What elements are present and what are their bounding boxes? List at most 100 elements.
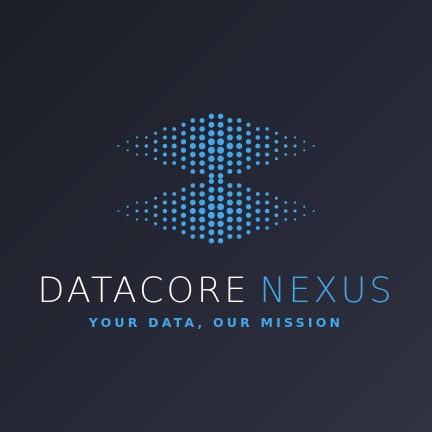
logo-dot bbox=[181, 165, 186, 170]
logo-dot bbox=[246, 130, 251, 136]
logo-dot bbox=[217, 211, 225, 219]
logo-dot bbox=[217, 113, 224, 119]
logo-dot bbox=[126, 205, 129, 208]
logo-dot bbox=[153, 139, 158, 144]
logo-dot bbox=[207, 146, 215, 154]
logo-dot bbox=[199, 126, 205, 132]
logo-dot bbox=[199, 225, 205, 231]
logo-dot bbox=[227, 191, 233, 197]
logo-dot bbox=[126, 214, 129, 217]
logo-dot bbox=[189, 199, 196, 206]
logo-dot bbox=[255, 135, 261, 140]
logo-dot bbox=[189, 151, 196, 158]
logo-dot bbox=[227, 234, 233, 239]
logo-dot bbox=[135, 136, 139, 139]
logo-dot bbox=[274, 222, 278, 226]
logo-dot bbox=[274, 139, 279, 144]
brand-name-primary: DATACORE bbox=[37, 271, 250, 311]
logo-dot bbox=[126, 140, 129, 143]
logo-dot bbox=[181, 187, 186, 192]
logo-dot bbox=[255, 143, 261, 149]
logo-dot bbox=[198, 142, 206, 150]
logo-dot bbox=[227, 126, 233, 132]
logo-dot bbox=[208, 195, 215, 202]
logo-dot bbox=[171, 143, 177, 149]
logo-dot bbox=[189, 134, 196, 141]
logo-dot bbox=[265, 226, 269, 230]
logo-dot bbox=[226, 151, 233, 158]
logo-dot bbox=[217, 138, 225, 146]
logo-dot bbox=[126, 149, 129, 152]
logo-dot bbox=[227, 169, 233, 174]
logo-dot bbox=[255, 217, 261, 222]
logo-dot bbox=[274, 157, 278, 161]
logo-dot bbox=[199, 199, 206, 206]
logo-dot bbox=[208, 220, 215, 227]
logo-dot bbox=[199, 169, 205, 174]
logo-dot bbox=[293, 136, 297, 139]
logo-dot bbox=[153, 204, 158, 209]
logo-dot bbox=[255, 226, 260, 230]
logo-dot bbox=[236, 207, 243, 215]
logo-dot bbox=[217, 164, 224, 171]
logo-dot bbox=[217, 238, 224, 244]
logo-dot bbox=[217, 229, 224, 236]
logo-dot bbox=[199, 183, 205, 188]
logo-dot bbox=[162, 143, 168, 149]
logo-dot bbox=[207, 203, 215, 211]
logo-dot bbox=[162, 208, 168, 214]
logo-dot bbox=[208, 186, 215, 193]
logo-dot bbox=[190, 183, 196, 188]
logo-dot bbox=[236, 169, 242, 174]
logo-dot bbox=[162, 217, 167, 222]
logo-dot bbox=[236, 126, 242, 132]
logo-dot bbox=[236, 225, 242, 231]
logo-dot bbox=[217, 195, 224, 202]
logo-dot bbox=[246, 122, 251, 127]
logo-dot bbox=[236, 151, 243, 158]
logo-dot bbox=[236, 183, 242, 188]
logo-dot bbox=[190, 234, 196, 239]
logo-dot bbox=[208, 113, 215, 119]
logo-dot bbox=[208, 155, 215, 162]
logo-dot bbox=[180, 147, 187, 153]
logo-dot bbox=[246, 195, 251, 201]
logo-dot bbox=[163, 192, 167, 196]
logo-dot bbox=[255, 161, 260, 165]
logo-dot bbox=[180, 212, 187, 218]
logo-dot bbox=[265, 200, 270, 205]
logo-dot bbox=[217, 178, 224, 184]
logo-dot bbox=[217, 130, 224, 137]
logo-dot bbox=[199, 118, 205, 123]
logo-dot bbox=[227, 183, 233, 188]
logo-dot bbox=[255, 192, 260, 196]
logo-dot bbox=[154, 131, 158, 135]
logo-dot bbox=[207, 211, 215, 219]
logo-dot bbox=[190, 169, 196, 174]
logo-dot bbox=[171, 152, 177, 157]
logo-dot bbox=[265, 192, 269, 196]
logo-dot bbox=[246, 165, 251, 170]
logo-dot bbox=[217, 146, 225, 154]
logo-dot bbox=[181, 221, 186, 227]
logo-dot bbox=[199, 234, 205, 239]
logo-dot bbox=[284, 201, 288, 204]
logo-dot bbox=[245, 147, 252, 153]
logo-dot bbox=[181, 156, 186, 162]
logo-dot bbox=[265, 161, 269, 165]
logo-dot bbox=[163, 161, 167, 165]
logo-dot bbox=[245, 139, 252, 145]
logo-dot bbox=[274, 213, 279, 218]
logo-dot bbox=[236, 160, 242, 166]
logo-dot bbox=[284, 218, 288, 221]
logo-dot bbox=[274, 204, 279, 209]
logo-dot bbox=[265, 127, 269, 131]
logo-dot bbox=[172, 161, 177, 165]
logo-dot bbox=[207, 138, 215, 146]
logo-dot bbox=[189, 207, 196, 215]
logo-dot bbox=[236, 142, 243, 150]
logo-dot bbox=[199, 134, 206, 141]
logo-dot bbox=[303, 140, 306, 143]
logo-dot bbox=[217, 203, 225, 211]
logo-dot bbox=[226, 142, 234, 150]
